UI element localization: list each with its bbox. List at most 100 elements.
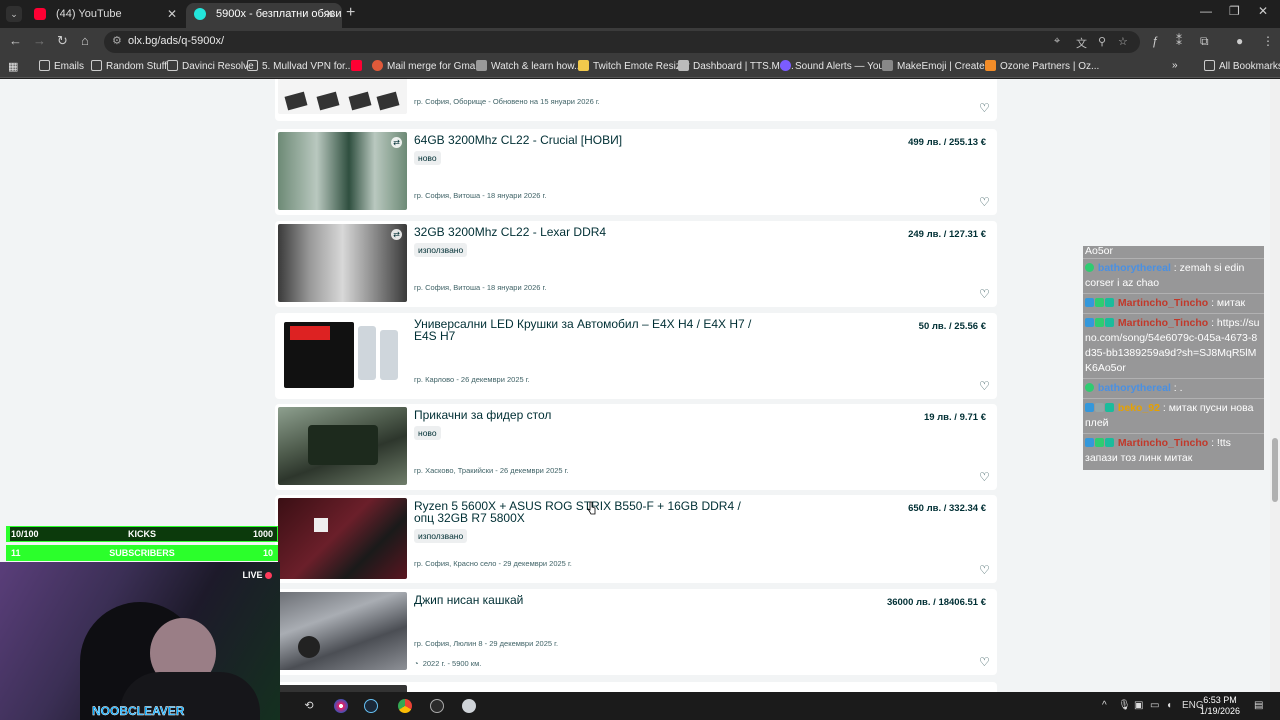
translate-icon[interactable]: 文 bbox=[1076, 35, 1087, 51]
tray-app-icon[interactable]: ▣ bbox=[1134, 700, 1143, 711]
extensions-puzzle-icon[interactable]: ⧉ bbox=[1200, 34, 1209, 49]
site-info-icon[interactable]: ⚙ bbox=[112, 34, 122, 47]
listing-card[interactable]: Ryzen 5 5600X + ASUS ROG STRIX B550-F + … bbox=[275, 495, 997, 583]
badge-icon bbox=[1085, 403, 1094, 412]
address-bar[interactable]: ⚙ olx.bg/ads/q-5900x/ ⌖ 文 ⚲ ☆ bbox=[104, 31, 1140, 53]
all-bookmarks[interactable]: All Bookmarks bbox=[1204, 60, 1280, 72]
location-icon[interactable]: ⌖ bbox=[1054, 35, 1060, 48]
bookmark-item[interactable]: Mail merge for Gma... bbox=[372, 60, 484, 72]
listing-thumbnail[interactable] bbox=[278, 592, 407, 670]
app-icon[interactable]: ⟲ bbox=[302, 699, 316, 713]
app-icon[interactable] bbox=[462, 699, 476, 713]
profile-avatar[interactable]: ● bbox=[1236, 34, 1243, 48]
listing-title[interactable]: Универсални LED Крушки за Автомобил – E4… bbox=[414, 318, 754, 342]
bookmark-item[interactable]: Sound Alerts — You... bbox=[780, 60, 892, 72]
listing-title[interactable]: Прикачни за фидер стол bbox=[414, 409, 754, 421]
listing-location-date: гр. Хасково, Тракийски - 26 декември 202… bbox=[414, 466, 569, 475]
new-tab-button[interactable]: + bbox=[346, 4, 355, 22]
favorite-heart-icon[interactable]: ♡ bbox=[979, 288, 991, 300]
notifications-icon[interactable]: ▤ bbox=[1254, 700, 1263, 711]
apps-icon[interactable]: ▦ bbox=[8, 60, 18, 73]
favorite-heart-icon[interactable]: ♡ bbox=[979, 102, 991, 114]
listing-thumbnail[interactable] bbox=[278, 498, 407, 579]
bookmark-item[interactable]: Emails bbox=[39, 60, 84, 72]
condition-badge: ново bbox=[414, 151, 441, 165]
listing-card[interactable]: гр. София, Оборище - Обновено на 15 януа… bbox=[275, 79, 997, 121]
listing-card[interactable]: Универсални LED Крушки за Автомобил – E4… bbox=[275, 313, 997, 399]
reload-button[interactable]: ↻ bbox=[57, 33, 68, 49]
listing-thumbnail[interactable] bbox=[278, 685, 407, 692]
bookmark-item[interactable]: Dashboard | TTS.Mo... bbox=[678, 60, 794, 72]
favorite-heart-icon[interactable]: ♡ bbox=[979, 564, 991, 576]
listing-card[interactable]: Джип нисан кашкай 36000 лв. / 18406.51 €… bbox=[275, 589, 997, 675]
listing-thumbnail[interactable]: ⇄ bbox=[278, 224, 407, 302]
favorite-heart-icon[interactable]: ♡ bbox=[979, 196, 991, 208]
bookmark-item[interactable]: Random Stuff bbox=[91, 60, 167, 72]
chat-username: Martincho_Tincho bbox=[1117, 437, 1209, 449]
bookmark-star-icon[interactable]: ☆ bbox=[1118, 35, 1128, 48]
tab-search-button[interactable]: ⌄ bbox=[6, 6, 22, 22]
listing-thumbnail[interactable] bbox=[278, 316, 407, 394]
network-icon[interactable]: ▭ bbox=[1150, 700, 1159, 711]
scrollbar-thumb[interactable] bbox=[1272, 438, 1278, 502]
extension-icon[interactable]: ƒ bbox=[1152, 34, 1159, 48]
bookmark-item[interactable]: Ozone Partners | Oz... bbox=[985, 60, 1099, 72]
chat-username: Martincho_Tincho bbox=[1117, 297, 1209, 309]
system-clock[interactable]: 6:53 PM 1/19/2026 bbox=[1200, 695, 1240, 717]
more-bookmarks-icon[interactable]: » bbox=[1172, 60, 1178, 71]
home-button[interactable]: ⌂ bbox=[81, 33, 89, 48]
listing-card[interactable]: Прикачни за фидер стол 19 лв. / 9.71 € н… bbox=[275, 404, 997, 490]
listing-price: 499 лв. / 255.13 € bbox=[908, 137, 986, 148]
tab-olx[interactable]: 5900x - безплатни обяви | OLX ✕ bbox=[186, 3, 342, 28]
restore-button[interactable]: ❐ bbox=[1229, 4, 1240, 18]
chrome-icon[interactable] bbox=[398, 699, 412, 713]
listing-title[interactable]: Ryzen 5 5600X + ASUS ROG STRIX B550-F + … bbox=[414, 500, 754, 524]
listing-card[interactable]: ⇄ 64GB 3200Mhz CL22 - Crucial [НОВИ] 499… bbox=[275, 129, 997, 215]
obs-icon[interactable] bbox=[430, 699, 444, 713]
steam-icon[interactable] bbox=[364, 699, 378, 713]
chat-message: Martincho_Tincho : митак bbox=[1083, 294, 1264, 314]
bookmark-item[interactable]: 5. Mullvad VPN for... bbox=[247, 60, 353, 72]
close-window-button[interactable]: ✕ bbox=[1258, 4, 1268, 18]
extension-icon[interactable]: ⁑ bbox=[1176, 34, 1182, 48]
bookmark-item[interactable]: Watch & learn how... bbox=[476, 60, 582, 72]
app-icon[interactable] bbox=[334, 699, 348, 713]
favorite-heart-icon[interactable]: ♡ bbox=[979, 380, 991, 392]
favorite-heart-icon[interactable]: ♡ bbox=[979, 656, 991, 668]
bookmark-item[interactable]: Twitch Emote Resizer bbox=[578, 60, 690, 72]
live-badge: LIVE bbox=[242, 570, 272, 580]
bookmark-item[interactable] bbox=[351, 60, 366, 72]
listing-thumbnail[interactable] bbox=[278, 79, 407, 114]
mileage-info: ◔ 2022 г. - 5900 км. bbox=[414, 659, 482, 668]
goal-label: SUBSCRIBERS bbox=[109, 548, 175, 558]
forward-button[interactable]: → bbox=[33, 33, 46, 48]
back-button[interactable]: ← bbox=[9, 33, 22, 48]
listing-location-date: гр. София, Красно село - 29 декември 202… bbox=[414, 559, 572, 568]
close-icon[interactable]: ✕ bbox=[167, 3, 177, 25]
listing-title[interactable]: 32GB 3200Mhz CL22 - Lexar DDR4 bbox=[414, 226, 754, 238]
channel-watermark: NOOBCLEAVER bbox=[92, 704, 185, 718]
menu-icon[interactable]: ⋮ bbox=[1262, 34, 1274, 48]
bookmarks-bar: ▦ Emails Random Stuff Davinci Resolve 5.… bbox=[0, 56, 1280, 78]
listing-card[interactable] bbox=[275, 682, 997, 692]
listing-title[interactable]: 64GB 3200Mhz CL22 - Crucial [НОВИ] bbox=[414, 134, 754, 146]
listing-title[interactable]: Джип нисан кашкай bbox=[414, 594, 754, 606]
tray-chevron-icon[interactable]: ^ bbox=[1102, 700, 1107, 711]
live-dot-icon bbox=[265, 572, 272, 579]
tab-label: 5900x - безплатни обяви | OLX bbox=[216, 8, 342, 20]
stream-chat-overlay: Ao5or bathorythereal : zemah si edin cor… bbox=[1083, 246, 1264, 470]
listing-thumbnail[interactable]: ⇄ bbox=[278, 132, 407, 210]
volume-icon[interactable]: ◖ bbox=[1166, 700, 1172, 711]
listing-card[interactable]: ⇄ 32GB 3200Mhz CL22 - Lexar DDR4 249 лв.… bbox=[275, 221, 997, 307]
favorite-heart-icon[interactable]: ♡ bbox=[979, 471, 991, 483]
page-scrollbar[interactable] bbox=[1270, 79, 1280, 692]
chat-username: beko_92 bbox=[1117, 402, 1160, 414]
bookmark-item[interactable]: MakeEmoji | Create... bbox=[882, 60, 993, 72]
minimize-button[interactable]: — bbox=[1200, 4, 1212, 18]
listing-thumbnail[interactable] bbox=[278, 407, 407, 485]
close-icon[interactable]: ✕ bbox=[325, 3, 335, 25]
zoom-icon[interactable]: ⚲ bbox=[1098, 35, 1106, 48]
microphone-icon[interactable]: 🎙 bbox=[1118, 700, 1131, 711]
bookmark-item[interactable]: Davinci Resolve bbox=[167, 60, 254, 72]
tab-youtube[interactable]: (44) YouTube ✕ bbox=[26, 3, 184, 28]
